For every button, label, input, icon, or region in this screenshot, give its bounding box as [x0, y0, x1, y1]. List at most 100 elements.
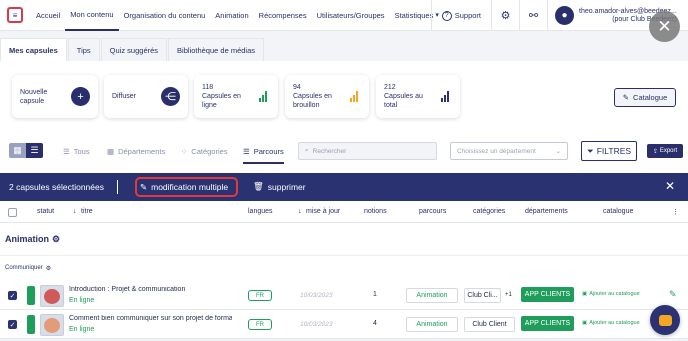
language-badge: FR	[248, 319, 272, 330]
export-label: Export	[659, 148, 678, 154]
list-icon: ☰	[63, 146, 70, 156]
department-select[interactable]: Choisissez un département ⌄	[450, 142, 568, 160]
list-view-icon[interactable]: ☰	[26, 143, 43, 158]
header-departments: départements	[525, 208, 568, 215]
multi-edit-button[interactable]: ✎ modification multiple	[135, 177, 238, 197]
total-label: Capsules au total	[384, 93, 423, 109]
filter-categories[interactable]: ⁘ Catégories	[181, 144, 228, 158]
select-all-checkbox[interactable]	[8, 208, 17, 217]
selection-bar: 2 capsules sélectionnées ✎ modification …	[0, 173, 688, 201]
filter-tous[interactable]: ☰ Tous	[63, 144, 90, 158]
sort-arrow-icon[interactable]: ↓	[298, 208, 302, 215]
close-icon[interactable]: ✕	[649, 11, 680, 42]
plus-icon[interactable]: +	[71, 87, 90, 106]
search-input[interactable]: ⌕ Rechercher	[298, 142, 437, 160]
nav-item-mon-contenu[interactable]: Mon contenu	[65, 0, 119, 31]
filter-departements[interactable]: ▦ Départements	[107, 144, 165, 158]
capsule-thumbnail	[40, 285, 64, 307]
content-tabs: Mes capsules Tips Quiz suggérés Biblioth…	[0, 38, 265, 62]
network-icon: ⚯	[528, 10, 539, 22]
close-icon[interactable]: ✕	[665, 179, 675, 193]
header-notes: notions	[364, 208, 387, 215]
table-header: statut ↓ titre langues ↓ mise à jour not…	[0, 201, 688, 223]
gear-icon: ⚙	[500, 10, 511, 22]
row-notes: 4	[373, 320, 377, 327]
check-icon: ✓	[8, 320, 17, 329]
new-capsule-card[interactable]: Nouvelle capsule +	[12, 75, 98, 118]
catalog-button[interactable]: ✎ Catalogue	[614, 88, 676, 107]
broadcast-card[interactable]: Diffuser ⋲	[104, 75, 188, 118]
more-options-icon[interactable]: ⋮	[672, 208, 679, 216]
nav-item-recompenses[interactable]: Récompenses	[254, 0, 312, 31]
nav-item-utilisateurs[interactable]: Utilisateurs/Groupes	[312, 0, 390, 31]
add-to-catalog-link[interactable]: ▣ Ajouter au catalogue	[582, 320, 640, 326]
department-placeholder: Choisissez un département	[457, 147, 536, 155]
row-checkbox[interactable]: ✓	[8, 320, 17, 329]
status-badge	[27, 286, 35, 305]
search-placeholder: Rechercher	[312, 147, 347, 155]
beedeez-logo[interactable]: ≡	[7, 7, 23, 23]
top-navigation: ≡ Accueil Mon contenu Organisation du co…	[0, 0, 688, 31]
pencil-icon: ✎	[140, 181, 148, 192]
filters-button[interactable]: ⏷ FILTRES	[581, 141, 637, 161]
filter-tous-label: Tous	[73, 146, 90, 156]
row-title[interactable]: Introduction : Projet & communication	[69, 286, 232, 293]
online-capsules-card: 118 Capsules en ligne	[194, 75, 278, 118]
draft-count: 94	[293, 84, 301, 91]
subgroup-title-wrap: Communiquer ⚙	[5, 265, 51, 272]
tab-bibliotheque[interactable]: Bibliothèque de médias	[168, 38, 265, 62]
department-chip[interactable]: APP CLIENTS	[521, 316, 574, 331]
trash-icon: 🗑	[253, 181, 264, 191]
header-title[interactable]: titre	[81, 208, 93, 215]
path-chip[interactable]: Animation	[406, 317, 458, 332]
header-categories: catégories	[473, 208, 506, 215]
path-chip[interactable]: Animation	[406, 288, 458, 303]
header-status[interactable]: statut	[37, 208, 54, 215]
book-icon: ▣	[582, 291, 588, 297]
filters-label: FILTRES	[596, 146, 632, 156]
tab-tips[interactable]: Tips	[67, 38, 100, 62]
sort-arrow-icon[interactable]: ↓	[73, 208, 77, 215]
category-chip[interactable]: Club Client	[464, 317, 515, 332]
tags-icon: ⁘	[181, 146, 188, 156]
settings-button[interactable]: ⚙	[492, 0, 519, 31]
support-button[interactable]: ? Support	[432, 10, 491, 21]
row-title[interactable]: Comment bien communiquer sur son projet …	[69, 315, 232, 322]
chat-button[interactable]	[650, 305, 680, 335]
catalog-label: Catalogue	[633, 93, 668, 102]
gear-icon[interactable]: ⚙	[46, 265, 51, 272]
bar-chart-icon	[441, 91, 452, 102]
gear-icon[interactable]: ⚙	[52, 234, 60, 245]
row-date: 10/03/2023	[300, 321, 333, 328]
tab-quiz-suggeres[interactable]: Quiz suggérés	[100, 38, 168, 62]
share-icon[interactable]: ⋲	[161, 87, 180, 106]
group-title: Animation	[5, 234, 49, 244]
online-label: Capsules en ligne	[202, 93, 241, 109]
grid-view-icon[interactable]: ▦	[9, 143, 26, 158]
nav-item-organisation[interactable]: Organisation du contenu	[119, 0, 211, 31]
table-row[interactable]: ✓ Comment bien communiquer sur son proje…	[0, 310, 688, 339]
row-status: En ligne	[69, 326, 95, 333]
nav-item-animation[interactable]: Animation	[210, 0, 253, 31]
nav-item-accueil[interactable]: Accueil	[31, 0, 65, 31]
tab-mes-capsules[interactable]: Mes capsules	[0, 38, 67, 62]
department-chip[interactable]: APP CLIENTS	[521, 287, 574, 302]
export-button[interactable]: ⇪ Export	[647, 144, 683, 158]
group-title-wrap: Animation ⚙	[5, 234, 60, 245]
row-checkbox[interactable]: ✓	[8, 291, 17, 300]
header-updated[interactable]: mise à jour	[306, 208, 340, 215]
row-date: 10/03/2023	[300, 292, 333, 299]
filter-parcours[interactable]: ☰ Parcours	[243, 144, 284, 164]
pencil-icon[interactable]: ✎	[669, 289, 677, 300]
support-label: Support	[454, 11, 481, 20]
row-status: En ligne	[69, 297, 95, 304]
delete-button[interactable]: 🗑 supprimer	[253, 181, 306, 192]
view-toggle: ▦ ☰	[9, 143, 43, 158]
more-categories-count[interactable]: +1	[505, 292, 512, 298]
network-button[interactable]: ⚯	[520, 0, 547, 31]
thumbnail-image	[44, 318, 60, 333]
add-to-catalog-link[interactable]: ▣ Ajouter au catalogue	[582, 291, 640, 297]
category-chip[interactable]: Club Cli...	[464, 288, 501, 303]
table-row[interactable]: ✓ Introduction : Projet & communication …	[0, 281, 688, 310]
group-header: Animation ⚙	[0, 223, 688, 255]
